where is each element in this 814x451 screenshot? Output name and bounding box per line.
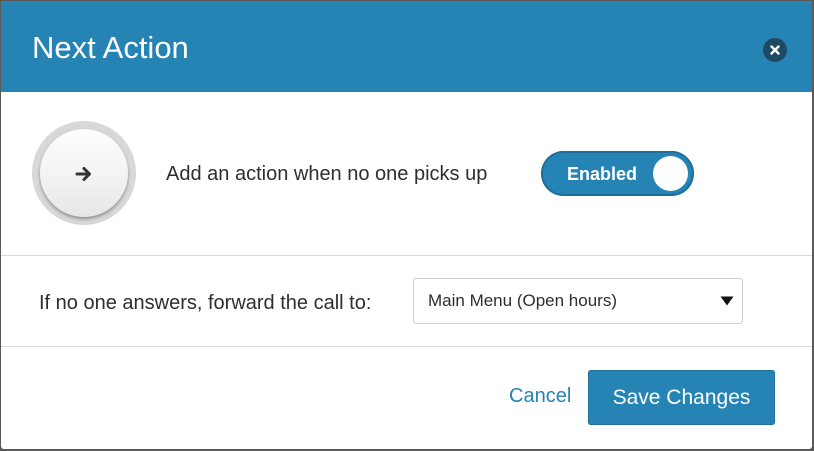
toggle-knob [653, 156, 688, 191]
next-action-modal: Next Action Add an action when no one pi… [1, 1, 812, 449]
action-label: Add an action when no one picks up [166, 163, 488, 185]
action-icon-badge [32, 121, 136, 225]
forward-destination-select[interactable]: Main Menu (Open hours) [413, 278, 743, 324]
toggle-label: Enabled [567, 164, 638, 184]
caret-down-icon [720, 296, 734, 306]
modal-footer: Cancel Save Changes [1, 347, 812, 449]
forward-label: If no one answers, forward the call to: [39, 292, 372, 314]
action-icon-button [40, 129, 128, 217]
modal-header: Next Action [1, 1, 812, 92]
arrow-right-icon [75, 167, 91, 181]
enabled-toggle[interactable]: Enabled [541, 151, 694, 196]
save-changes-button[interactable]: Save Changes [588, 370, 775, 425]
close-button[interactable] [763, 38, 787, 62]
forward-section: If no one answers, forward the call to: … [1, 256, 812, 347]
action-section: Add an action when no one picks up Enabl… [1, 92, 812, 256]
close-icon [770, 45, 780, 55]
select-value: Main Menu (Open hours) [428, 291, 617, 310]
cancel-button[interactable]: Cancel [509, 384, 571, 408]
modal-title: Next Action [32, 30, 189, 65]
